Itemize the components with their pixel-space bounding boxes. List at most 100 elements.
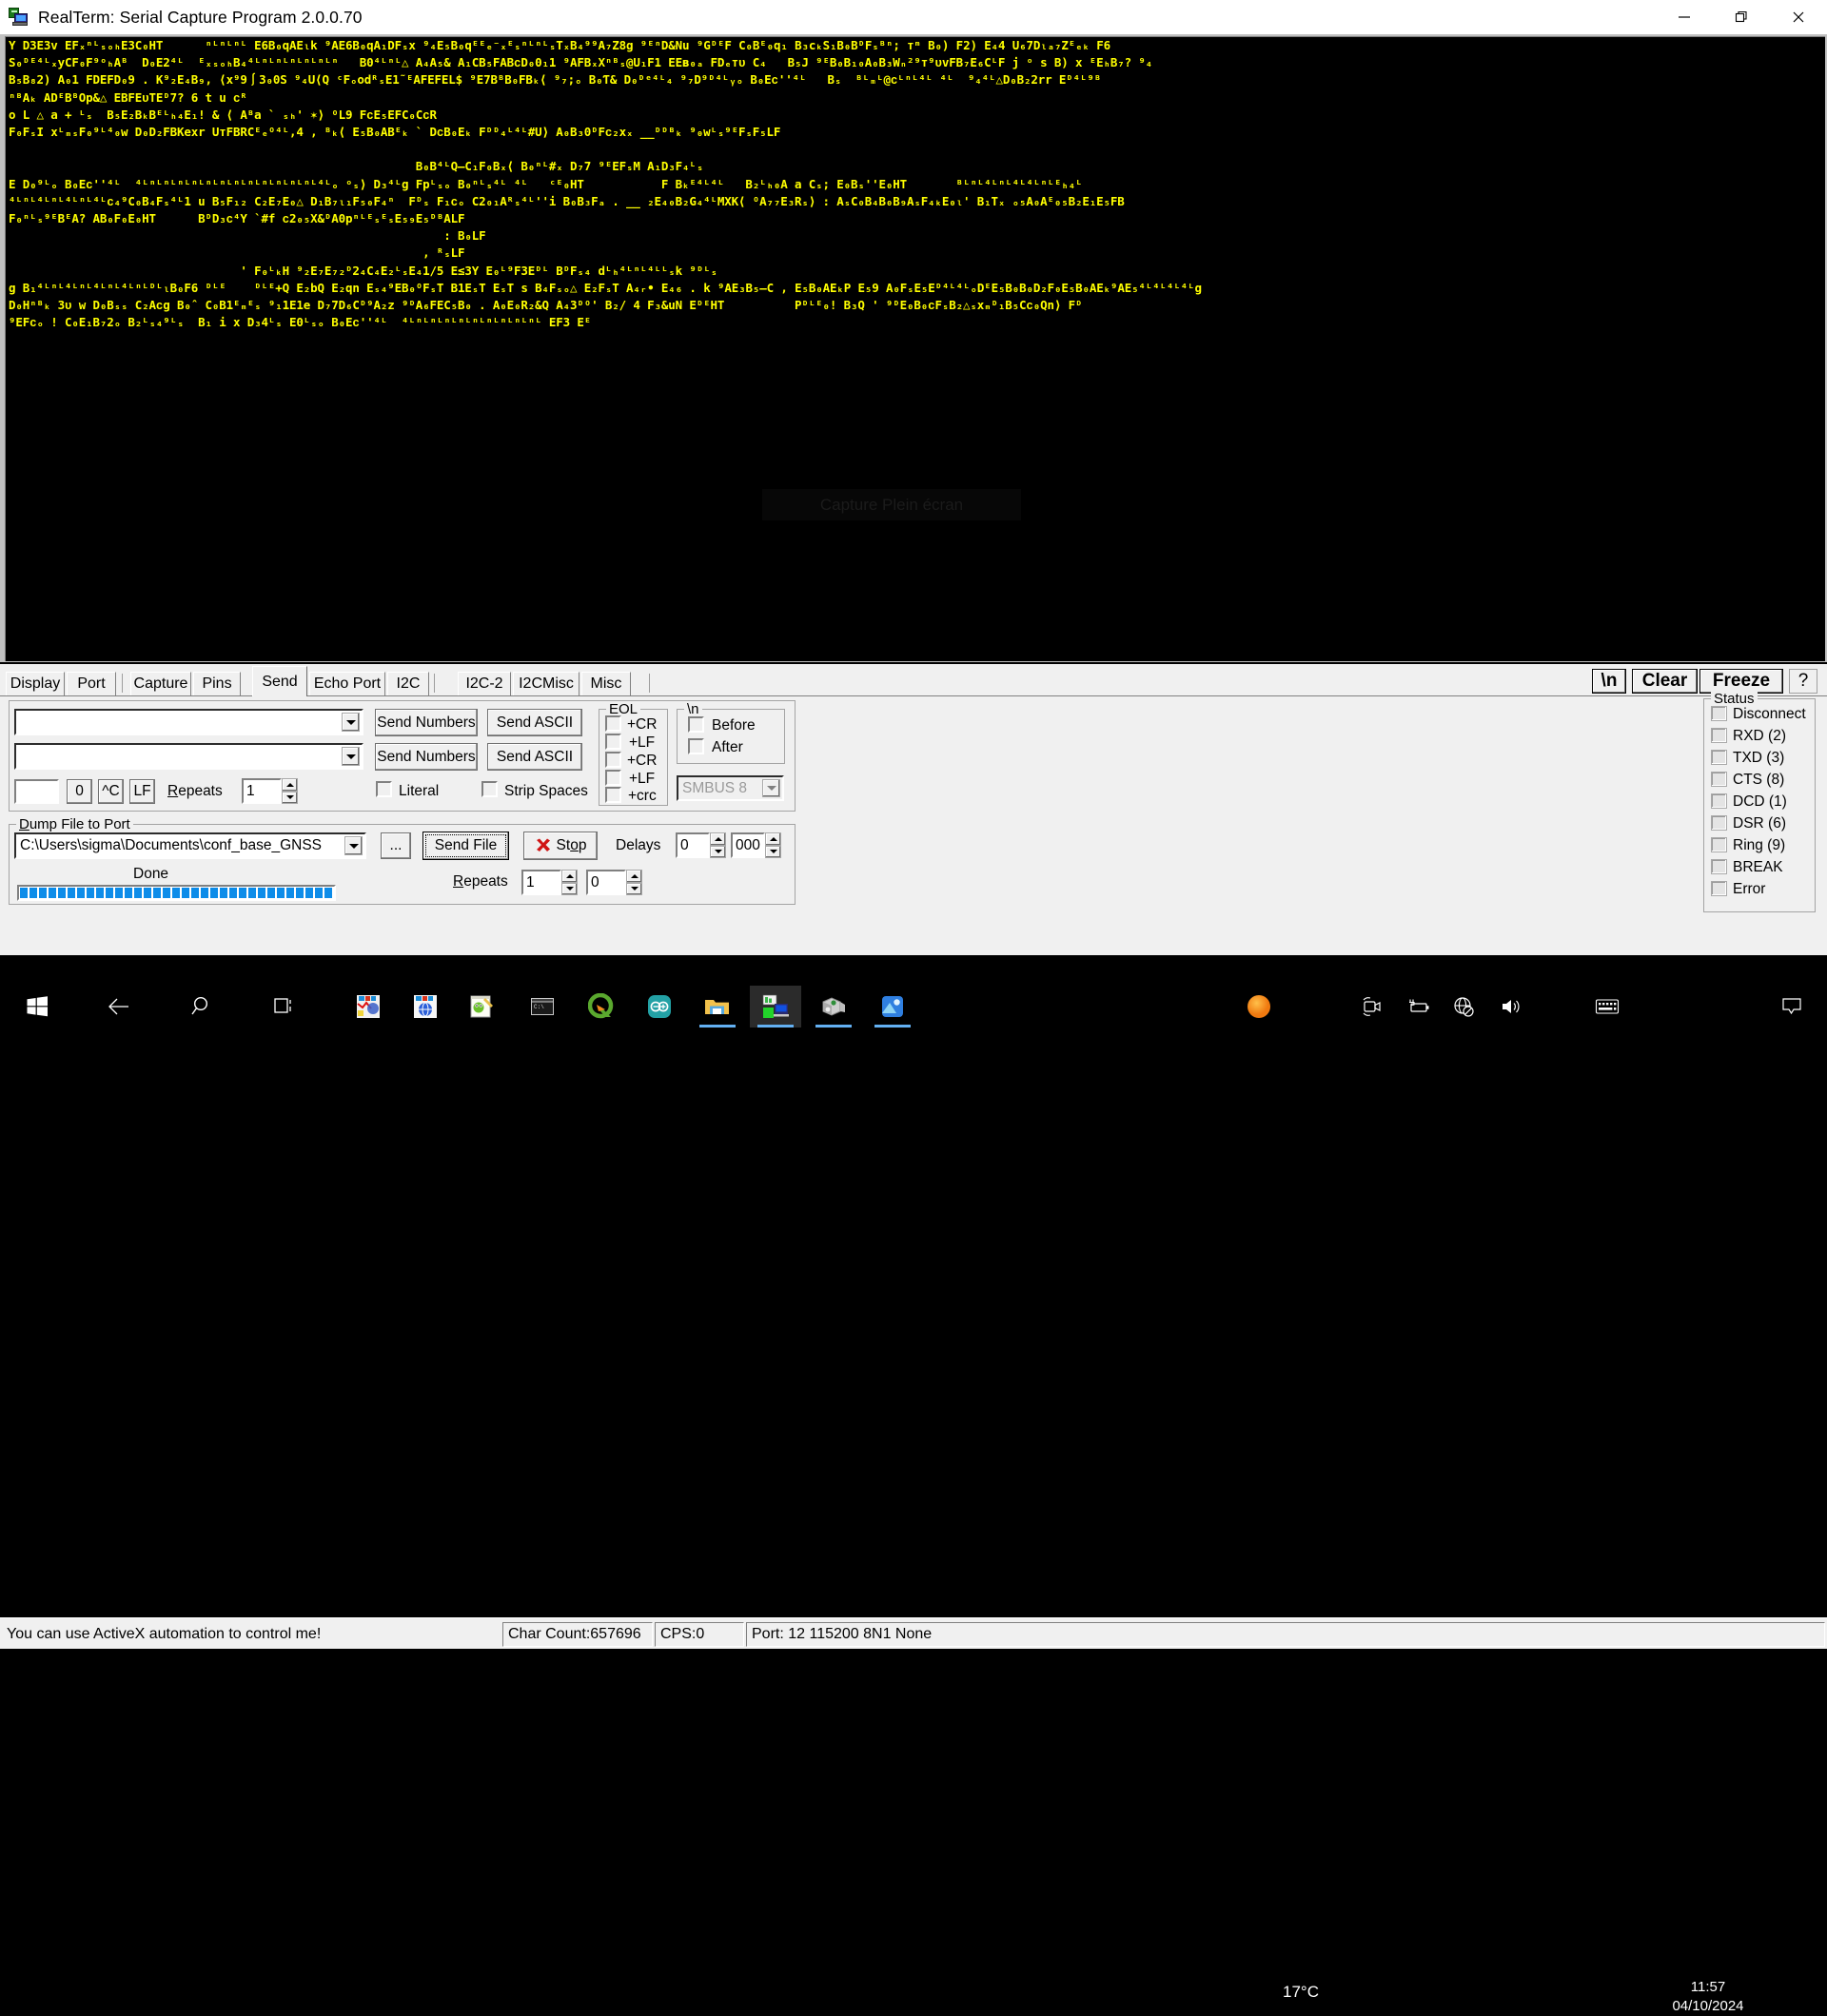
realterm-app-icon[interactable] — [343, 986, 394, 1028]
weather-widget[interactable] — [1245, 986, 1273, 1028]
photos-icon[interactable] — [867, 986, 918, 1028]
tab-pins[interactable]: Pins — [193, 672, 241, 695]
spinner-up-icon[interactable] — [282, 778, 298, 792]
spinner-up-icon[interactable] — [765, 832, 781, 846]
chevron-down-icon[interactable] — [344, 836, 363, 855]
tab-i2c-2[interactable]: I2C-2 — [458, 672, 511, 695]
close-button[interactable] — [1770, 0, 1827, 34]
file-explorer-icon[interactable] — [692, 986, 743, 1028]
zero-label: 0 — [75, 783, 84, 799]
network-tray-icon[interactable] — [1447, 986, 1480, 1028]
window-title: RealTerm: Serial Capture Program 2.0.0.7… — [38, 7, 363, 27]
network-globe-app-icon[interactable] — [400, 986, 451, 1028]
ctrl-c-button[interactable]: ^C — [98, 779, 124, 804]
send-ascii-2-button[interactable]: Send ASCII — [487, 743, 582, 771]
browse-file-button[interactable]: ... — [381, 832, 411, 859]
spinner-down-icon[interactable] — [710, 845, 726, 858]
spinner-up-icon[interactable] — [561, 870, 578, 883]
notepad-plus-plus-icon[interactable] — [457, 986, 508, 1028]
send-numbers-2-button[interactable]: Send Numbers — [375, 743, 478, 771]
delay2-spinner[interactable] — [765, 832, 781, 858]
back-button[interactable] — [93, 986, 145, 1028]
search-button[interactable] — [175, 986, 226, 1028]
stop-button[interactable]: Stop — [523, 832, 598, 860]
zero-button[interactable]: 0 — [67, 779, 92, 804]
tab-send[interactable]: Send — [252, 666, 307, 696]
spinner-up-icon[interactable] — [710, 832, 726, 846]
network-disconnected-icon — [1454, 997, 1474, 1017]
send-line1-combo[interactable] — [14, 709, 363, 735]
notification-center-button[interactable] — [1776, 986, 1808, 1028]
chevron-down-icon[interactable] — [342, 713, 360, 732]
progress-bar-fill — [19, 887, 334, 899]
help-button[interactable]: ? — [1789, 669, 1817, 694]
3d-builder-icon[interactable] — [808, 986, 859, 1028]
task-view-button[interactable] — [259, 986, 310, 1028]
dump-file-path-combo[interactable]: C:\Users\sigma\Documents\conf_base_GNSS — [14, 832, 366, 859]
chevron-down-icon[interactable] — [342, 747, 360, 766]
stop-label: Stop — [556, 837, 587, 853]
send-group: Send Numbers Send ASCII Send Numbers Sen… — [9, 700, 796, 812]
dump-repeats2-field[interactable]: 0 — [586, 870, 626, 895]
send-line2-combo[interactable] — [14, 743, 363, 770]
delay1-spinner[interactable] — [710, 832, 726, 858]
send-small-field[interactable] — [14, 779, 59, 804]
newline-after-checkbox[interactable] — [688, 738, 704, 754]
arduino-ide-icon[interactable] — [634, 986, 685, 1028]
newline-button[interactable]: \n — [1592, 669, 1626, 694]
camera-tray-icon[interactable] — [1356, 986, 1388, 1028]
delay1-field[interactable]: 0 — [676, 832, 710, 858]
qgis-icon[interactable] — [576, 986, 627, 1028]
realterm-taskbar-icon[interactable] — [750, 986, 801, 1028]
dump-repeats2-spinner[interactable] — [626, 870, 642, 895]
battery-tray-icon[interactable] — [1402, 986, 1434, 1028]
keyboard-tray-icon[interactable] — [1591, 986, 1623, 1028]
send-file-button[interactable]: Send File — [422, 832, 509, 860]
status-led-1 — [1711, 728, 1727, 743]
delay2-field[interactable]: 000 — [731, 832, 765, 858]
command-prompt-icon[interactable]: C:\ — [517, 986, 568, 1028]
eol-cr2-checkbox[interactable] — [605, 752, 621, 768]
send-repeats-field[interactable]: 1 — [242, 778, 282, 804]
dump-progress-bar — [17, 885, 336, 901]
minimize-button[interactable] — [1656, 0, 1713, 34]
spinner-down-icon[interactable] — [765, 845, 781, 858]
tab-misc[interactable]: Misc — [581, 672, 631, 695]
tab-i2c[interactable]: I2C — [387, 672, 429, 695]
dump-status-text: Done — [133, 866, 169, 882]
spinner-down-icon[interactable] — [626, 882, 642, 895]
spinner-down-icon[interactable] — [561, 882, 578, 895]
eol-cr1-checkbox[interactable] — [605, 715, 621, 732]
tab-display[interactable]: Display — [6, 672, 65, 695]
windows-start-button[interactable] — [11, 986, 63, 1028]
send-repeats-spinner[interactable] — [282, 778, 298, 804]
taskbar-clock-date[interactable]: 04/10/2024 — [1656, 1997, 1760, 2016]
spinner-up-icon[interactable] — [626, 870, 642, 883]
crc-type-combo[interactable]: SMBUS 8 — [677, 775, 784, 801]
strip-spaces-checkbox[interactable] — [481, 781, 498, 797]
newline-before-checkbox[interactable] — [688, 716, 704, 733]
dump-repeats1-field[interactable]: 1 — [521, 870, 561, 895]
eol-crc-checkbox[interactable] — [605, 787, 621, 803]
weather-temperature: 17°C — [1283, 1983, 1319, 2001]
status-led-2 — [1711, 750, 1727, 765]
eol-lf2-checkbox[interactable] — [605, 770, 621, 786]
eol-lf1-checkbox[interactable] — [605, 734, 621, 750]
tab-capture[interactable]: Capture — [130, 672, 191, 695]
maximize-restore-button[interactable] — [1713, 0, 1770, 34]
volume-tray-icon[interactable] — [1494, 986, 1526, 1028]
taskbar-clock-time[interactable]: 11:57 — [1656, 1978, 1760, 1997]
dump-repeats1-spinner[interactable] — [561, 870, 578, 895]
tab-port[interactable]: Port — [67, 672, 116, 695]
send-ascii-1-button[interactable]: Send ASCII — [487, 709, 582, 736]
literal-checkbox[interactable] — [376, 781, 392, 797]
clear-button[interactable]: Clear — [1632, 669, 1698, 694]
tab-i2cmisc[interactable]: I2CMisc — [513, 672, 580, 695]
spinner-down-icon[interactable] — [282, 791, 298, 804]
chevron-down-icon[interactable] — [762, 779, 780, 797]
lf-button[interactable]: LF — [129, 779, 155, 804]
status-led-0 — [1711, 706, 1727, 721]
send-numbers-1-button[interactable]: Send Numbers — [375, 709, 478, 736]
tab-echo-port[interactable]: Echo Port — [309, 672, 385, 695]
terminal-display[interactable]: Y D3E3v EFₓⁿᴸₛₒₕE3C₀HT ⁿᴸⁿᴸⁿᴸ E6B₀qAEₗk … — [5, 36, 1825, 661]
